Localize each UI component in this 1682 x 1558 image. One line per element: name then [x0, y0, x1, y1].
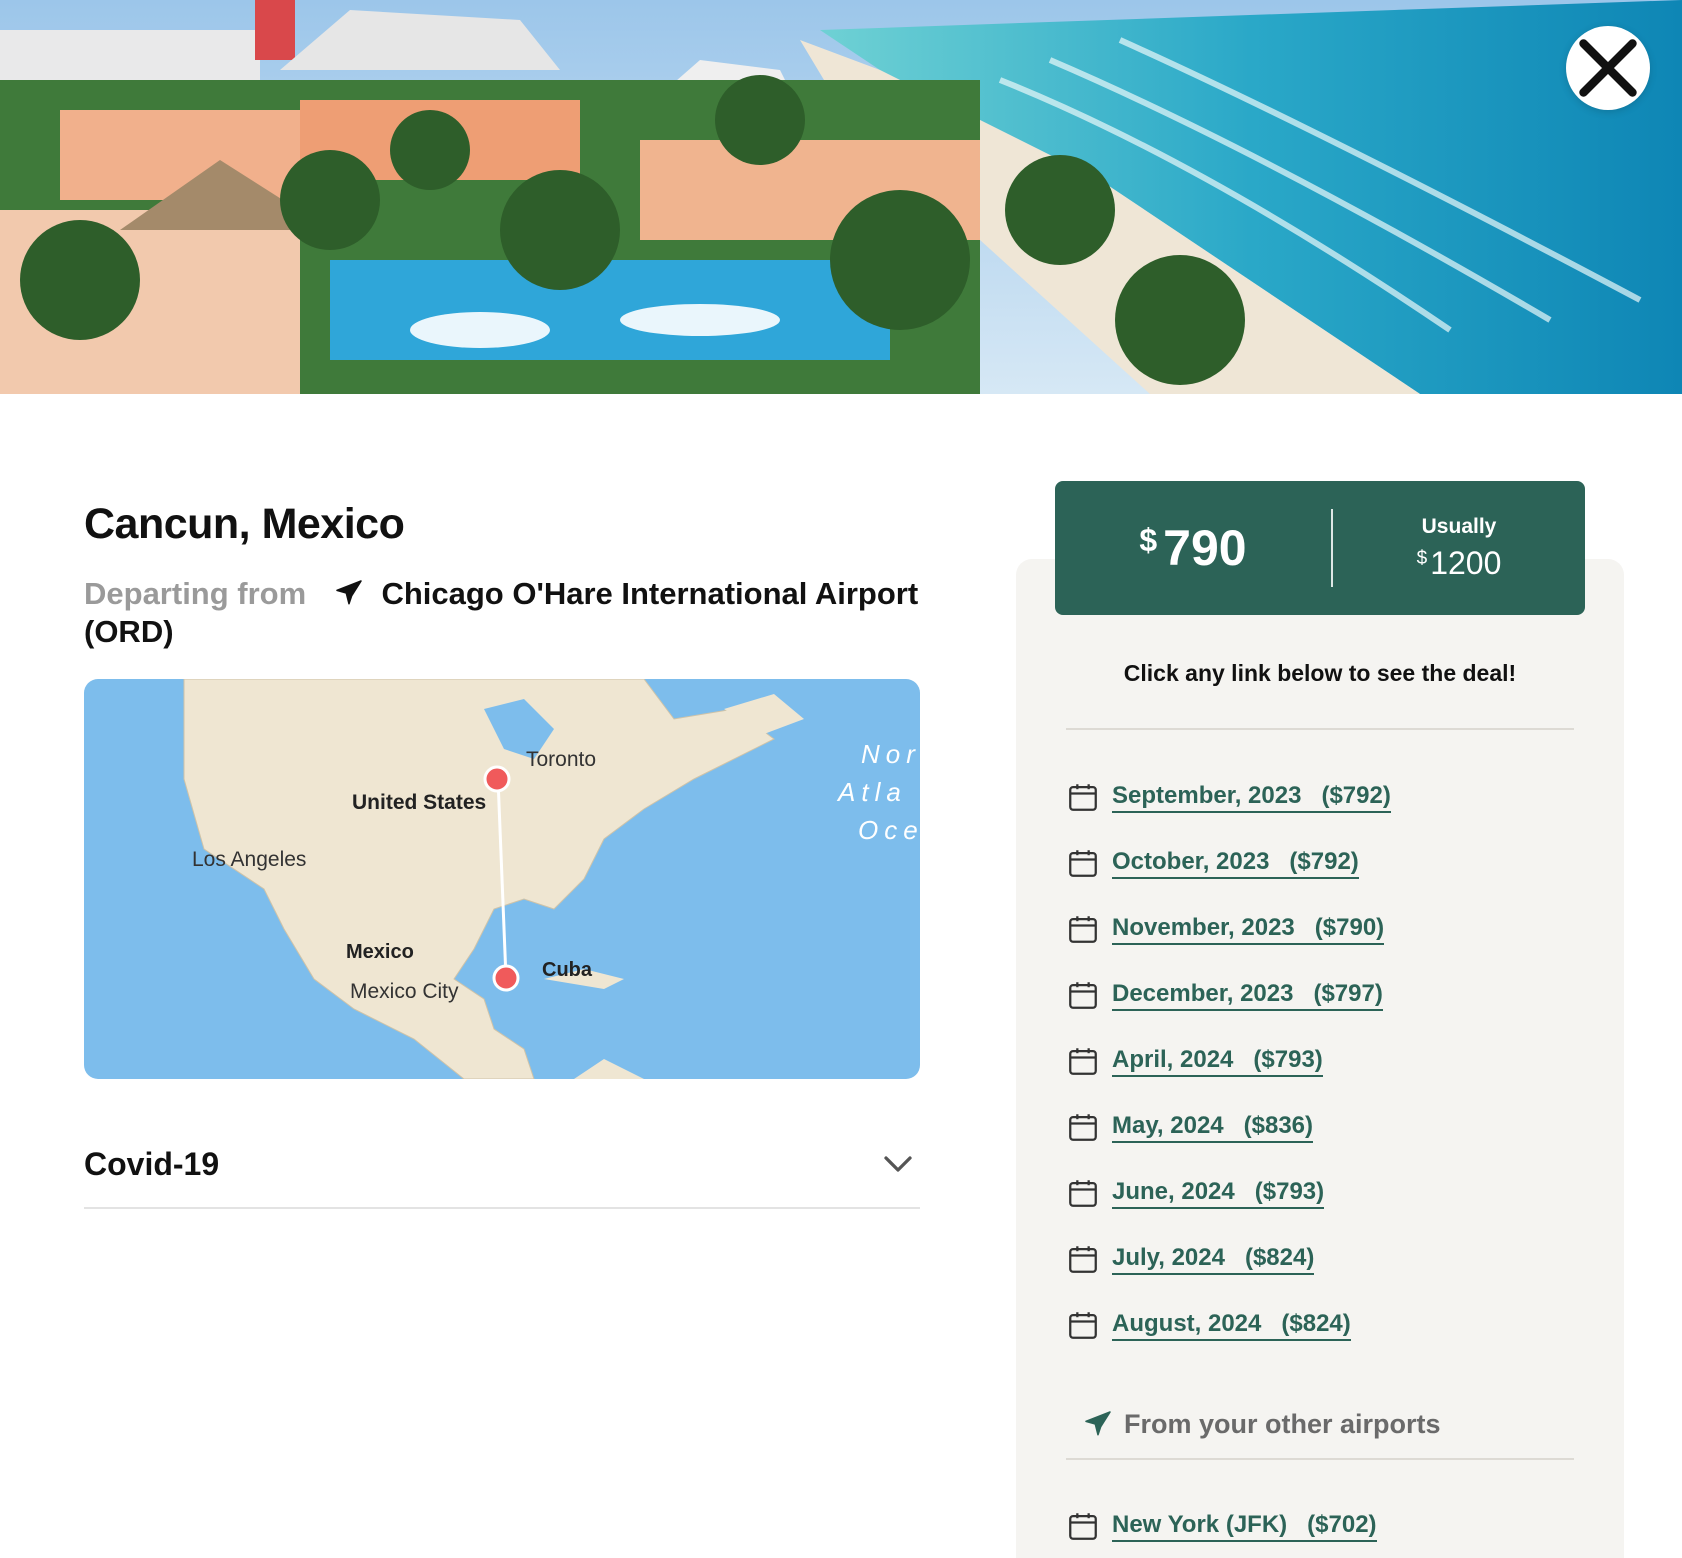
divider: [1066, 1458, 1574, 1460]
other-airports-heading: From your other airports: [1082, 1408, 1441, 1440]
calendar-icon: [1069, 916, 1097, 943]
map-label-united-states: United States: [352, 791, 487, 814]
deal-link-october-2023[interactable]: October, 2023 ($792): [1112, 847, 1359, 879]
deal-month: November, 2023: [1112, 914, 1295, 941]
hero-image: [0, 0, 1682, 394]
deal-item: October, 2023 ($792): [1066, 831, 1606, 897]
usual-price-label: Usually: [1421, 514, 1497, 538]
usual-price-amount: $1200: [1417, 545, 1502, 581]
deal-link-new-york-jfk[interactable]: New York (JFK) ($702): [1112, 1510, 1377, 1542]
deal-item: June, 2024 ($793): [1066, 1161, 1606, 1227]
other-airport-deal-list: New York (JFK) ($702): [1066, 1494, 1606, 1558]
deal-month: December, 2023: [1112, 980, 1294, 1007]
deal-month: May, 2024: [1112, 1112, 1224, 1139]
usual-price: Usually $1200: [1333, 515, 1585, 582]
deal-price: ($793): [1253, 1046, 1323, 1073]
map-label-cuba: Cuba: [542, 959, 592, 981]
deal-item: New York (JFK) ($702): [1066, 1494, 1606, 1558]
calendar-icon: [1069, 1246, 1097, 1273]
deal-month: June, 2024: [1112, 1178, 1235, 1205]
deal-price: ($790): [1314, 914, 1385, 941]
deal-price: ($792): [1289, 848, 1359, 875]
deal-link-june-2024[interactable]: June, 2024 ($793): [1112, 1177, 1325, 1209]
covid-accordion[interactable]: Covid-19: [84, 1121, 920, 1209]
map-label-ocean-3: Oce: [858, 815, 920, 845]
destination-details: Cancun, Mexico Departing from Chicago O'…: [84, 500, 920, 1209]
deal-month: July, 2024: [1112, 1244, 1225, 1271]
deal-item: August, 2024 ($824): [1066, 1293, 1606, 1359]
deal-price: ($793): [1254, 1178, 1325, 1205]
calendar-icon: [1069, 982, 1097, 1009]
deal-airport: New York (JFK): [1112, 1511, 1288, 1538]
departing-label: Departing from: [84, 576, 307, 611]
deal-link-may-2024[interactable]: May, 2024 ($836): [1112, 1111, 1314, 1143]
destination-title: Cancun, Mexico: [84, 500, 405, 548]
close-button[interactable]: [1566, 26, 1650, 110]
deal-link-december-2023[interactable]: December, 2023 ($797): [1112, 979, 1383, 1011]
calendar-icon: [1069, 850, 1097, 877]
deal-link-april-2024[interactable]: April, 2024 ($793): [1112, 1045, 1323, 1077]
calendar-icon: [1069, 1048, 1097, 1075]
deal-item: May, 2024 ($836): [1066, 1095, 1606, 1161]
route-map[interactable]: Toronto United States Los Angeles Mexico…: [84, 679, 920, 1079]
map-label-ocean-1: Nor: [861, 739, 920, 769]
deal-price: ($824): [1244, 1244, 1315, 1271]
deal-item: November, 2023 ($790): [1066, 897, 1606, 963]
deal-link-july-2024[interactable]: July, 2024 ($824): [1112, 1243, 1315, 1275]
deal-price: ($792): [1321, 782, 1391, 809]
plane-icon: [336, 580, 362, 605]
deal-price: ($836): [1243, 1112, 1314, 1139]
deal-price: ($702): [1307, 1511, 1377, 1538]
close-icon: [1579, 39, 1637, 97]
usual-price-currency: $: [1416, 547, 1428, 569]
map-label-toronto: Toronto: [526, 748, 597, 771]
deal-price: ($797): [1313, 980, 1383, 1007]
divider: [1066, 728, 1574, 730]
deal-item: December, 2023 ($797): [1066, 963, 1606, 1029]
map-label-mexico-city: Mexico City: [350, 980, 459, 1003]
calendar-icon: [1069, 1513, 1097, 1540]
map-label-ocean-2: Atla: [838, 777, 907, 807]
month-deal-list: September, 2023 ($792) October, 2023 ($792…: [1066, 765, 1606, 1359]
deal-month: September, 2023: [1112, 782, 1302, 809]
route-map-svg: [84, 679, 920, 1079]
plane-icon: [1085, 1411, 1111, 1436]
deal-item: April, 2024 ($793): [1066, 1029, 1606, 1095]
deal-month: August, 2024: [1112, 1310, 1262, 1337]
map-label-los-angeles: Los Angeles: [192, 848, 307, 871]
departing-info: Departing from Chicago O'Hare Internatio…: [84, 575, 920, 651]
deal-month: October, 2023: [1112, 848, 1270, 875]
map-label-mexico: Mexico: [346, 941, 414, 963]
deal-link-august-2024[interactable]: August, 2024 ($824): [1112, 1309, 1351, 1341]
calendar-icon: [1069, 1312, 1097, 1339]
covid-label: Covid-19: [84, 1145, 220, 1182]
calendar-icon: [1069, 784, 1097, 811]
chevron-down-icon: [884, 1156, 912, 1172]
calendar-icon: [1069, 1180, 1097, 1207]
deal-item: September, 2023 ($792): [1066, 765, 1606, 831]
deal-price: ($824): [1281, 1310, 1351, 1337]
current-price-value: 790: [1163, 520, 1247, 576]
calendar-icon: [1069, 1114, 1097, 1141]
other-airports-label: From your other airports: [1124, 1408, 1441, 1439]
deal-link-september-2023[interactable]: September, 2023 ($792): [1112, 781, 1391, 813]
usual-price-value: 1200: [1430, 544, 1502, 581]
deal-month: April, 2024: [1112, 1046, 1234, 1073]
current-price-currency: $: [1139, 522, 1158, 558]
deal-hint: Click any link below to see the deal!: [1123, 660, 1517, 686]
deal-item: July, 2024 ($824): [1066, 1227, 1606, 1293]
current-price: $790: [1055, 519, 1331, 577]
price-box: $790 Usually $1200: [1055, 481, 1585, 615]
deal-link-november-2023[interactable]: November, 2023 ($790): [1112, 913, 1385, 945]
beach-resort-photo: [0, 0, 1682, 394]
